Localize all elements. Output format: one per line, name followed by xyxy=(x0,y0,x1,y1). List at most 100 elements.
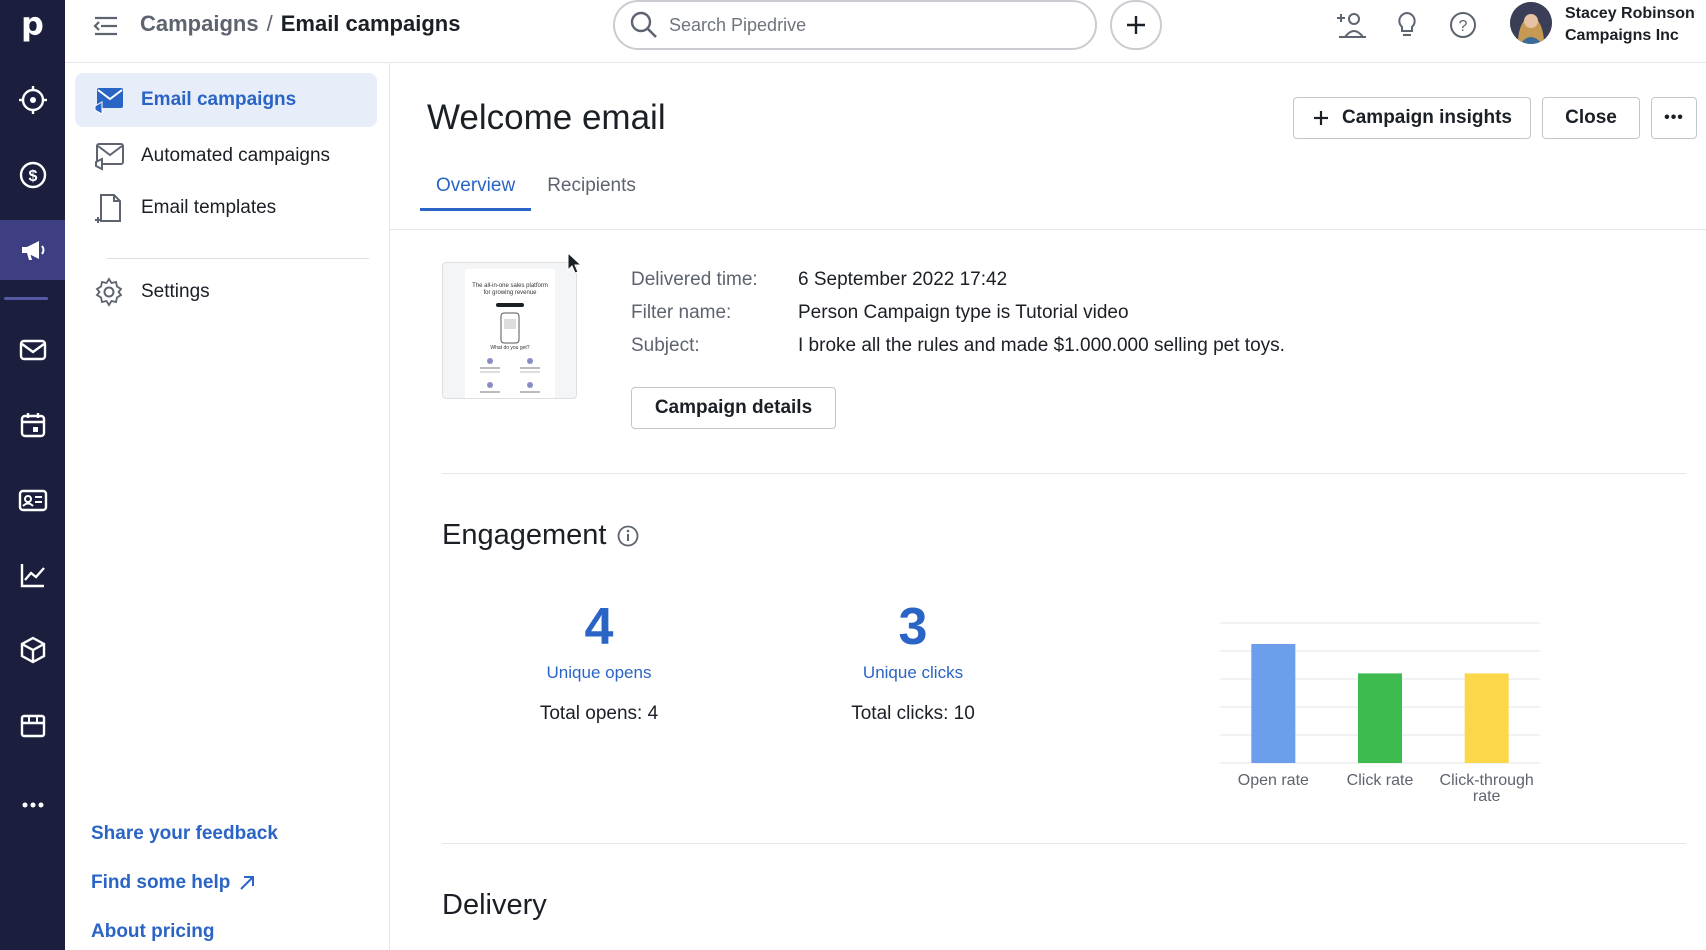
engagement-rate-chart: Open rate Click rate Click-through rate xyxy=(1220,622,1540,803)
tab-overview[interactable]: Overview xyxy=(420,163,532,211)
unique-opens-value: 4 xyxy=(584,598,614,656)
help-button[interactable]: ? xyxy=(1446,8,1480,42)
rail-item-deals[interactable]: $ xyxy=(0,145,65,205)
more-options-button[interactable]: ••• xyxy=(1651,97,1697,139)
preview-phone-image xyxy=(500,312,520,344)
avatar[interactable] xyxy=(1510,2,1552,44)
meta-label: Subject: xyxy=(631,335,700,356)
meta-label: Filter name: xyxy=(631,302,732,323)
info-icon[interactable] xyxy=(616,524,640,548)
unique-clicks-value: 3 xyxy=(898,598,928,656)
add-user-icon xyxy=(1337,13,1366,38)
rail-divider xyxy=(4,297,48,300)
page-title: Welcome email xyxy=(427,98,666,137)
contact-card-icon xyxy=(18,489,47,512)
close-button[interactable]: Close xyxy=(1542,97,1640,139)
svg-text:$: $ xyxy=(28,168,37,185)
user-avatar-icon xyxy=(1510,2,1552,44)
about-pricing-link[interactable]: About pricing xyxy=(91,921,214,943)
rail-item-insights[interactable] xyxy=(0,545,65,605)
tab-bar: Overview Recipients xyxy=(420,163,652,211)
total-clicks: Total clicks: 10 xyxy=(851,703,975,724)
search-box[interactable] xyxy=(613,0,1097,50)
tab-recipients[interactable]: Recipients xyxy=(531,163,652,211)
breadcrumb-separator: / xyxy=(266,11,273,36)
invite-users-button[interactable] xyxy=(1335,8,1369,42)
email-preview-page: The all-in-one sales platform for growin… xyxy=(465,269,555,398)
user-menu[interactable]: Stacey Robinson Campaigns Inc xyxy=(1565,3,1695,47)
subnav-item-email-templates[interactable]: Email templates xyxy=(75,181,377,235)
subnav-label: Automated campaigns xyxy=(141,145,331,166)
tabs-divider xyxy=(390,229,1706,230)
breadcrumb: Campaigns / Email campaigns xyxy=(140,11,460,37)
subnav-item-automated-campaigns[interactable]: Automated campaigns xyxy=(75,129,377,183)
email-preview-thumbnail[interactable]: The all-in-one sales platform for growin… xyxy=(442,262,577,399)
unique-clicks-stat: 3 Unique clicks Total clicks: 10 xyxy=(793,597,1033,725)
chart-line-icon xyxy=(20,564,45,588)
engagement-heading: Engagement xyxy=(442,519,640,552)
chart-bar-click-through-rate[interactable] xyxy=(1464,673,1509,763)
tips-button[interactable] xyxy=(1390,8,1424,42)
search-icon xyxy=(630,11,657,38)
search-input[interactable] xyxy=(669,14,1069,36)
find-help-link[interactable]: Find some help xyxy=(91,872,256,894)
plus-icon xyxy=(1314,111,1329,125)
rail-item-more[interactable] xyxy=(0,775,65,835)
subnav-label: Email templates xyxy=(141,197,277,218)
engagement-title: Engagement xyxy=(442,519,607,551)
chart-tick-label: Click-through rate xyxy=(1440,772,1534,803)
email-campaign-icon xyxy=(94,88,123,115)
chart-tick-label: Open rate xyxy=(1238,772,1309,789)
rail-item-products[interactable] xyxy=(0,620,65,680)
breadcrumb-email-campaigns: Email campaigns xyxy=(280,11,461,36)
chart-bar-click-rate[interactable] xyxy=(1358,673,1402,763)
about-pricing-label: About pricing xyxy=(91,921,215,942)
rail-item-marketplace[interactable] xyxy=(0,695,65,755)
unique-opens-label[interactable]: Unique opens xyxy=(479,663,719,683)
help-icon: ? xyxy=(1450,12,1476,38)
find-help-label: Find some help xyxy=(91,872,231,893)
total-opens: Total opens: 4 xyxy=(539,703,659,724)
subnav-label: Settings xyxy=(141,281,210,302)
rail-item-contacts[interactable] xyxy=(0,470,65,530)
template-icon xyxy=(95,194,121,223)
box-icon xyxy=(20,636,45,664)
share-feedback-link[interactable]: Share your feedback xyxy=(91,823,278,845)
close-label: Close xyxy=(1565,107,1617,128)
rail-item-activities[interactable] xyxy=(0,395,65,455)
rail-item-campaigns[interactable] xyxy=(0,220,65,280)
meta-row-filter: Filter name: Person Campaign type is Tut… xyxy=(631,296,1285,329)
rail-item-leads[interactable] xyxy=(0,70,65,130)
subnav-item-settings[interactable]: Settings xyxy=(75,265,377,319)
mouse-cursor-icon xyxy=(567,252,583,274)
campaign-meta: Delivered time: 6 September 2022 17:42 F… xyxy=(631,263,1285,362)
section-divider xyxy=(442,473,1686,474)
megaphone-icon xyxy=(21,241,44,260)
chart-tick-label: Click rate xyxy=(1347,772,1414,789)
subnav-item-email-campaigns[interactable]: Email campaigns xyxy=(75,73,377,127)
user-name: Stacey Robinson xyxy=(1565,5,1695,22)
lightbulb-icon xyxy=(1398,11,1416,36)
calendar-icon xyxy=(20,413,45,438)
unique-clicks-label[interactable]: Unique clicks xyxy=(793,663,1033,683)
more-horizontal-icon xyxy=(22,802,43,808)
campaign-details-button[interactable]: Campaign details xyxy=(631,387,836,429)
gear-icon xyxy=(95,277,123,307)
quick-add-button[interactable] xyxy=(1110,0,1162,50)
svg-text:?: ? xyxy=(1459,18,1468,35)
subnav-label: Email campaigns xyxy=(141,89,297,110)
section-divider xyxy=(442,843,1686,844)
left-rail: p $ xyxy=(0,0,65,950)
collapse-menu-icon[interactable] xyxy=(93,13,119,39)
campaign-details-label: Campaign details xyxy=(654,397,813,418)
chart-bar-open-rate[interactable] xyxy=(1251,644,1296,763)
delivery-title: Delivery xyxy=(442,889,547,921)
target-icon xyxy=(18,86,47,114)
rail-item-mail[interactable] xyxy=(0,320,65,380)
breadcrumb-campaigns[interactable]: Campaigns xyxy=(140,11,259,37)
subnav-divider xyxy=(107,258,369,259)
campaign-insights-button[interactable]: Campaign insights xyxy=(1293,97,1531,139)
pipedrive-logo[interactable]: p xyxy=(0,0,65,48)
preview-headline: The all-in-one sales platform for growin… xyxy=(472,283,548,296)
meta-value: 6 September 2022 17:42 xyxy=(798,269,1008,290)
